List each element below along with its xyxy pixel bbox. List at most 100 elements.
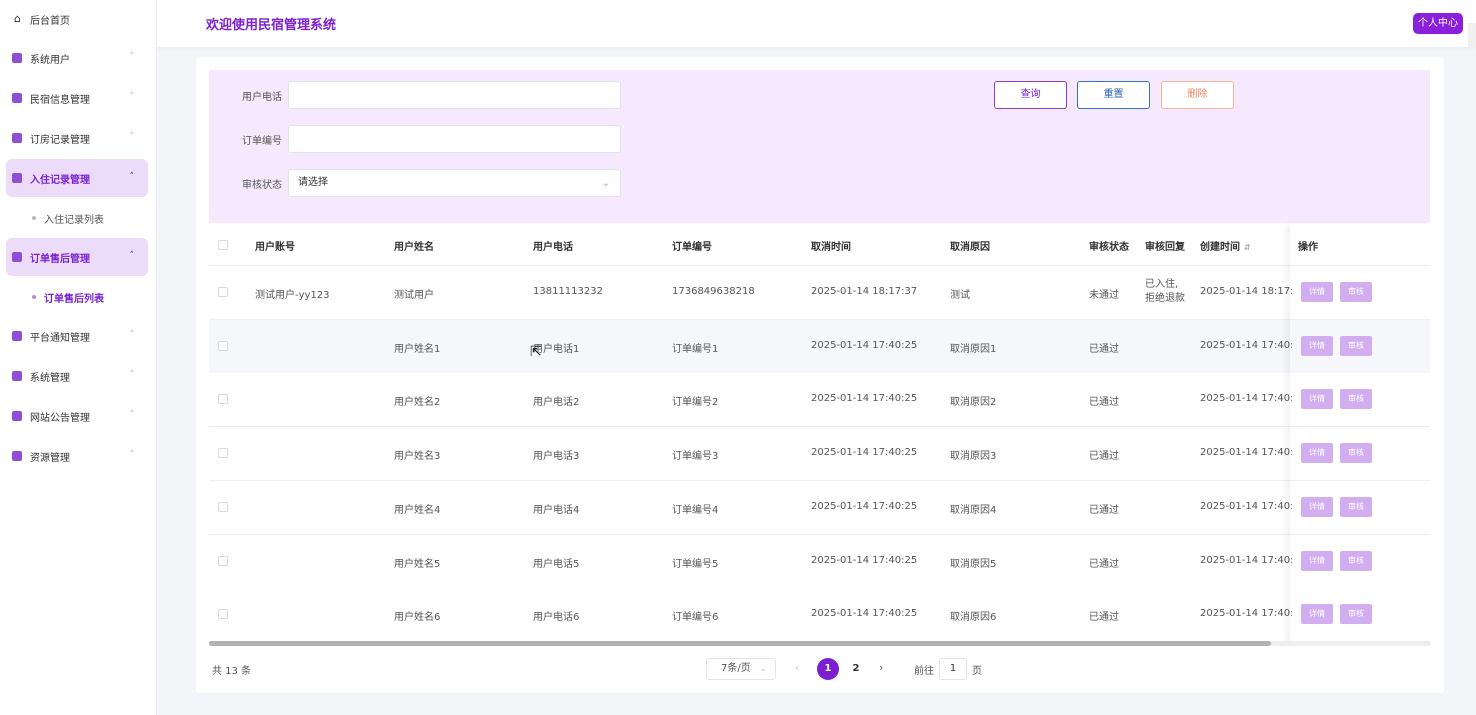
notice-icon <box>12 331 22 341</box>
sidebar-item-users[interactable]: 系统用户 ˅ <box>6 39 148 77</box>
cell-created: 2025-01-14 17:40:2 <box>1200 554 1292 566</box>
row-checkbox[interactable] <box>218 448 228 459</box>
cell-status: 已通过 <box>1089 612 1119 624</box>
phone-input[interactable] <box>288 81 621 109</box>
chevron-down-icon: ˅ <box>129 330 135 340</box>
query-button[interactable]: 查询 <box>994 81 1067 109</box>
cell-created: 2025-01-14 17:40:2 <box>1200 500 1292 512</box>
cell-cancel-reason: 取消原因3 <box>950 451 997 463</box>
sidebar-home[interactable]: ⌂ 后台首页 <box>0 0 156 38</box>
order-field: 订单编号 <box>232 125 621 153</box>
bullet-icon <box>32 295 36 299</box>
row-checkbox[interactable] <box>218 609 228 620</box>
audit-button[interactable]: 审核 <box>1340 604 1372 625</box>
order-input[interactable] <box>288 125 621 153</box>
page-size-select[interactable]: 7条/页 ⌄ <box>706 658 776 680</box>
cell-created: 2025-01-14 17:40:2 <box>1200 447 1292 459</box>
cell-cancel-reason: 取消原因5 <box>950 558 997 570</box>
cell-order: 订单编号4 <box>672 504 719 516</box>
table-row[interactable]: 用户姓名2 用户电话2 订单编号2 2025-01-14 17:40:25 取消原因2 已… <box>209 373 1430 428</box>
settings-icon <box>12 371 22 381</box>
sidebar: ⌂ 后台首页 系统用户 ˅ 民宿信息管理 ˅ 订房记录管理 ˅ 入住记录管理 ˄ 入住记录列表订… <box>0 0 157 715</box>
sidebar-subitem-aftersale-list[interactable]: 订单售后列表 <box>0 278 156 316</box>
header-created[interactable]: 创建时间 ⇵ <box>1200 238 1251 253</box>
cell-created: 2025-01-14 17:40:2 <box>1200 608 1292 620</box>
chevron-down-icon: ˅ <box>129 370 135 380</box>
cell-cancel-reason: 取消原因6 <box>950 612 997 624</box>
chevron-down-icon: ˅ <box>129 92 135 102</box>
detail-button[interactable]: 详情 <box>1301 335 1333 356</box>
table-row[interactable]: 用户姓名1 用户电话1 订单编号1 2025-01-14 17:40:25 取消原因1 已… <box>209 319 1430 374</box>
sort-icon[interactable]: ⇵ <box>1244 243 1251 252</box>
status-label: 审核状态 <box>242 179 282 191</box>
reset-button[interactable]: 重置 <box>1077 81 1150 109</box>
sidebar-item-checkin[interactable]: 入住记录管理 ˄ <box>6 159 148 197</box>
cell-order: 订单编号2 <box>672 397 719 409</box>
table-row[interactable]: 用户姓名5 用户电话5 订单编号5 2025-01-14 17:40:25 取消原因5 已… <box>209 534 1430 589</box>
sidebar-item-notice[interactable]: 平台通知管理 ˅ <box>6 317 148 355</box>
page-2[interactable]: 2 <box>845 658 867 680</box>
header-ops: 操作 <box>1298 242 1318 253</box>
cell-cancel-time: 2025-01-14 17:40:25 <box>811 339 918 351</box>
cell-name: 用户姓名6 <box>394 612 441 624</box>
audit-button[interactable]: 审核 <box>1340 389 1372 410</box>
select-all-checkbox[interactable] <box>218 240 228 250</box>
sidebar-item-booking[interactable]: 订房记录管理 ˅ <box>6 119 148 157</box>
sidebar-subitem-checkin-list[interactable]: 入住记录列表 <box>0 199 156 237</box>
row-checkbox[interactable] <box>218 555 228 566</box>
audit-button[interactable]: 审核 <box>1340 335 1372 356</box>
aftersale-icon <box>12 252 22 262</box>
header-created-label: 创建时间 <box>1200 242 1240 253</box>
sidebar-item-label: 订房记录管理 <box>30 134 90 146</box>
row-checkbox[interactable] <box>218 501 228 512</box>
page-scrollbar[interactable] <box>1468 23 1476 47</box>
sidebar-item-label: 网站公告管理 <box>30 412 90 424</box>
table-row[interactable]: 测试用户-yy123 测试用户 13811113232 1736849638218 20… <box>209 266 1430 320</box>
cell-name: 用户姓名1 <box>394 343 441 355</box>
table-row[interactable]: 用户姓名6 用户电话6 订单编号6 2025-01-14 17:40:25 取消原因6 已… <box>209 588 1430 643</box>
cell-order: 订单编号6 <box>672 612 719 624</box>
resource-icon <box>12 451 22 461</box>
table-row[interactable]: 用户姓名3 用户电话3 订单编号3 2025-01-14 17:40:25 取消原因3 已… <box>209 427 1430 482</box>
delete-button[interactable]: 删除 <box>1161 81 1234 109</box>
audit-button[interactable]: 审核 <box>1340 496 1372 517</box>
detail-button[interactable]: 详情 <box>1301 496 1333 517</box>
goto-page-input[interactable]: 1 <box>939 658 967 680</box>
table-row[interactable]: 用户姓名4 用户电话4 订单编号4 2025-01-14 17:40:25 取消原因4 已… <box>209 480 1430 535</box>
detail-button[interactable]: 详情 <box>1301 282 1333 302</box>
prev-page-icon[interactable]: ‹ <box>795 661 799 674</box>
detail-button[interactable]: 详情 <box>1301 550 1333 571</box>
cell-phone: 用户电话6 <box>533 612 580 624</box>
header-account: 用户账号 <box>255 242 295 253</box>
cell-phone: 13811113232 <box>533 286 603 297</box>
audit-button[interactable]: 审核 <box>1340 443 1372 464</box>
sidebar-item-label: 订单售后列表 <box>44 293 104 305</box>
next-page-icon[interactable]: › <box>879 661 883 674</box>
detail-button[interactable]: 详情 <box>1301 604 1333 625</box>
sidebar-item-resource[interactable]: 资源管理 ˅ <box>6 437 148 475</box>
row-checkbox[interactable] <box>218 394 228 405</box>
audit-button[interactable]: 审核 <box>1340 282 1372 302</box>
sidebar-item-aftersale[interactable]: 订单售后管理 ˄ <box>6 238 148 276</box>
cell-name: 用户姓名5 <box>394 558 441 570</box>
header-order: 订单编号 <box>672 242 712 253</box>
audit-button[interactable]: 审核 <box>1340 550 1372 571</box>
row-checkbox[interactable] <box>218 340 228 351</box>
detail-button[interactable]: 详情 <box>1301 389 1333 410</box>
header-name: 用户姓名 <box>394 242 434 253</box>
cell-order: 订单编号3 <box>672 451 719 463</box>
page-1[interactable]: 1 <box>817 658 839 680</box>
sidebar-item-house[interactable]: 民宿信息管理 ˅ <box>6 79 148 117</box>
horizontal-scrollbar-thumb[interactable] <box>209 641 1271 646</box>
sidebar-item-announcement[interactable]: 网站公告管理 ˅ <box>6 397 148 435</box>
cell-order: 1736849638218 <box>672 286 755 297</box>
row-checkbox[interactable] <box>218 287 228 297</box>
user-center-button[interactable]: 个人中心 <box>1413 13 1463 34</box>
detail-button[interactable]: 详情 <box>1301 443 1333 464</box>
cell-status: 已通过 <box>1089 504 1119 516</box>
status-select[interactable]: 请选择 ⌄ <box>288 169 621 197</box>
sidebar-item-label: 系统管理 <box>30 372 70 384</box>
sidebar-item-label: 民宿信息管理 <box>30 94 90 106</box>
horizontal-scrollbar[interactable] <box>209 641 1430 646</box>
sidebar-item-settings[interactable]: 系统管理 ˅ <box>6 357 148 395</box>
